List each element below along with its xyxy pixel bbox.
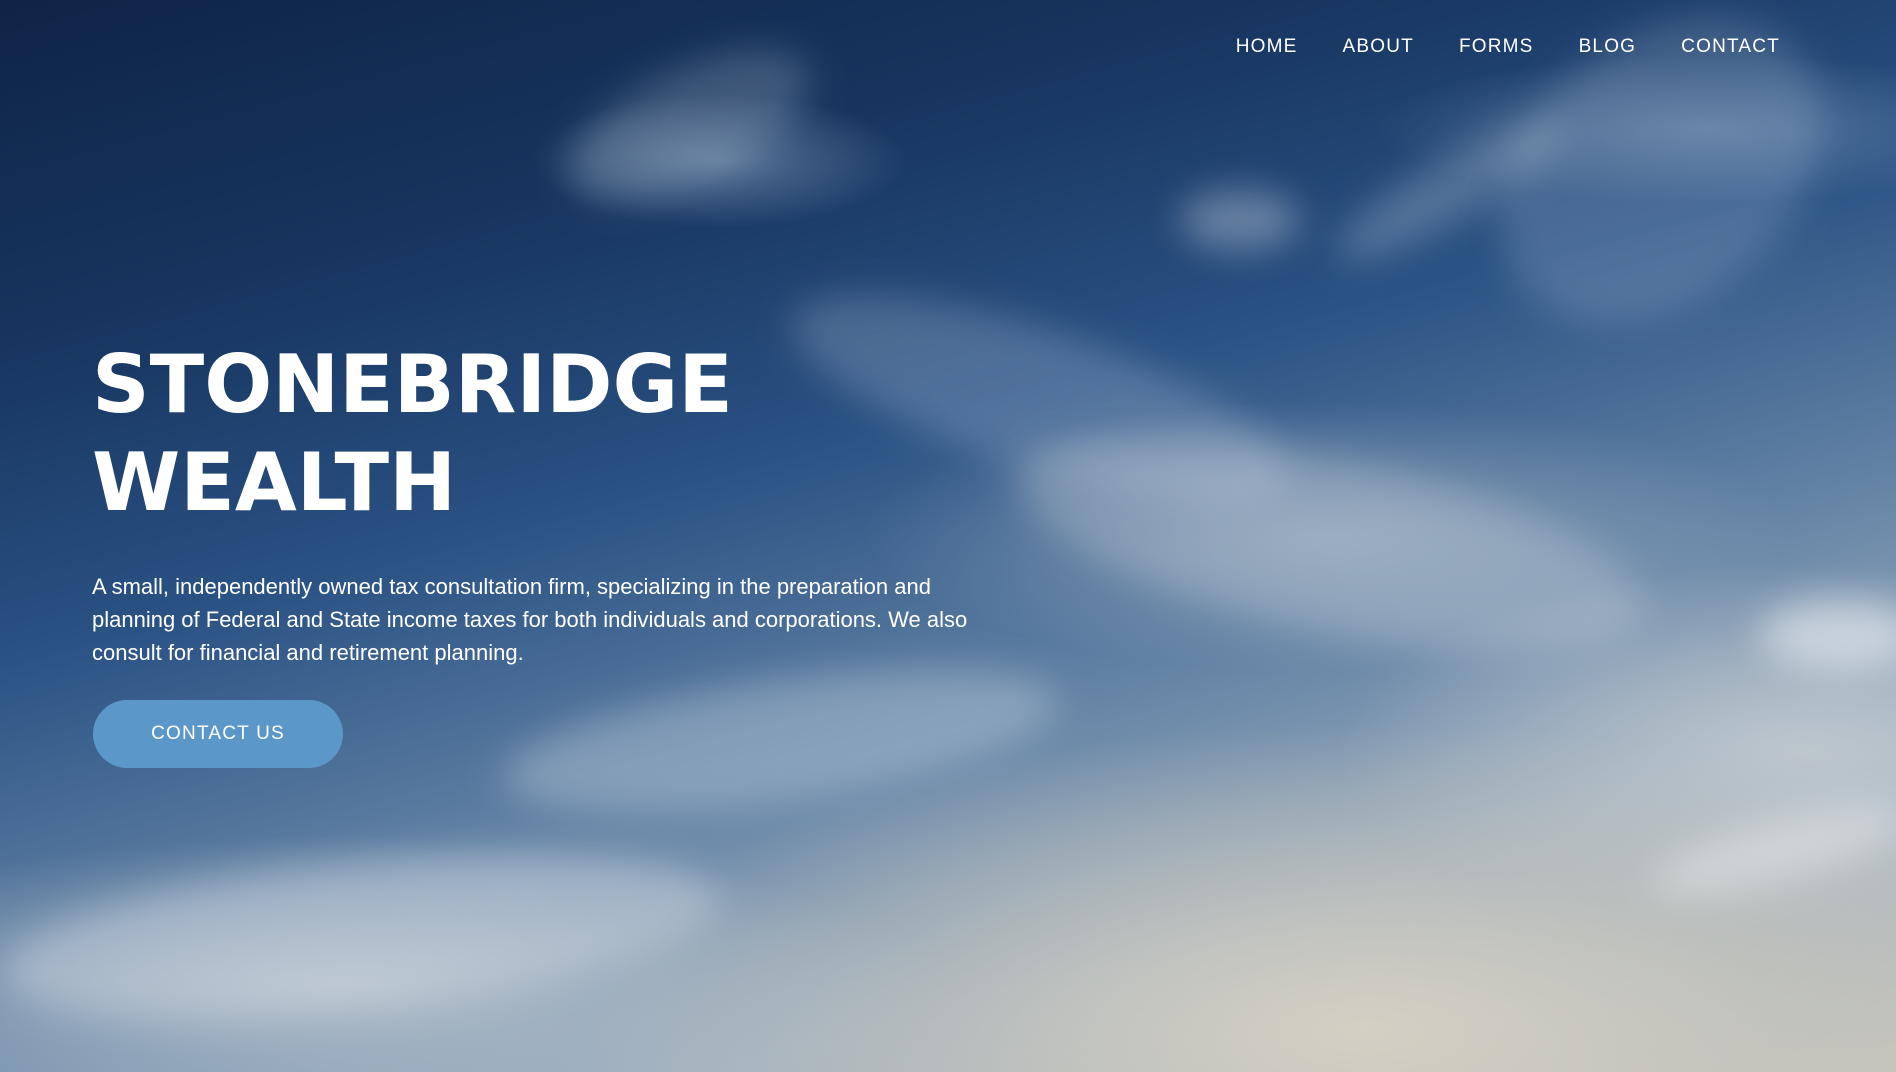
cloud-wisp [1180, 190, 1300, 250]
cloud-wisp [999, 395, 1661, 695]
nav-item-forms[interactable]: FORMS [1459, 36, 1534, 58]
cloud-wisp [771, 253, 1309, 547]
cloud-wisp [1646, 787, 1896, 913]
page-title: STONEBRIDGE WEALTH [92, 336, 733, 532]
main-navigation: HOME ABOUT FORMS BLOG CONTACT [1191, 36, 1780, 58]
hero-section: HOME ABOUT FORMS BLOG CONTACT STONEBRIDG… [0, 0, 1896, 1072]
cloud-wisp [1322, 99, 1578, 281]
title-line-2: WEALTH [92, 436, 457, 529]
nav-item-contact[interactable]: CONTACT [1681, 36, 1780, 58]
title-line-1: STONEBRIDGE [92, 338, 733, 431]
cloud-wisp [1760, 600, 1896, 670]
hero-tagline: A small, independently owned tax consult… [92, 574, 968, 665]
nav-item-home[interactable]: HOME [1236, 36, 1298, 58]
cloud-wisp [548, 20, 832, 230]
cloud-wisp [0, 822, 726, 1048]
nav-item-about[interactable]: ABOUT [1343, 36, 1414, 58]
contact-us-button[interactable]: CONTACT US [93, 700, 343, 768]
cloud-wisp [494, 641, 1066, 839]
nav-item-blog[interactable]: BLOG [1579, 36, 1637, 58]
